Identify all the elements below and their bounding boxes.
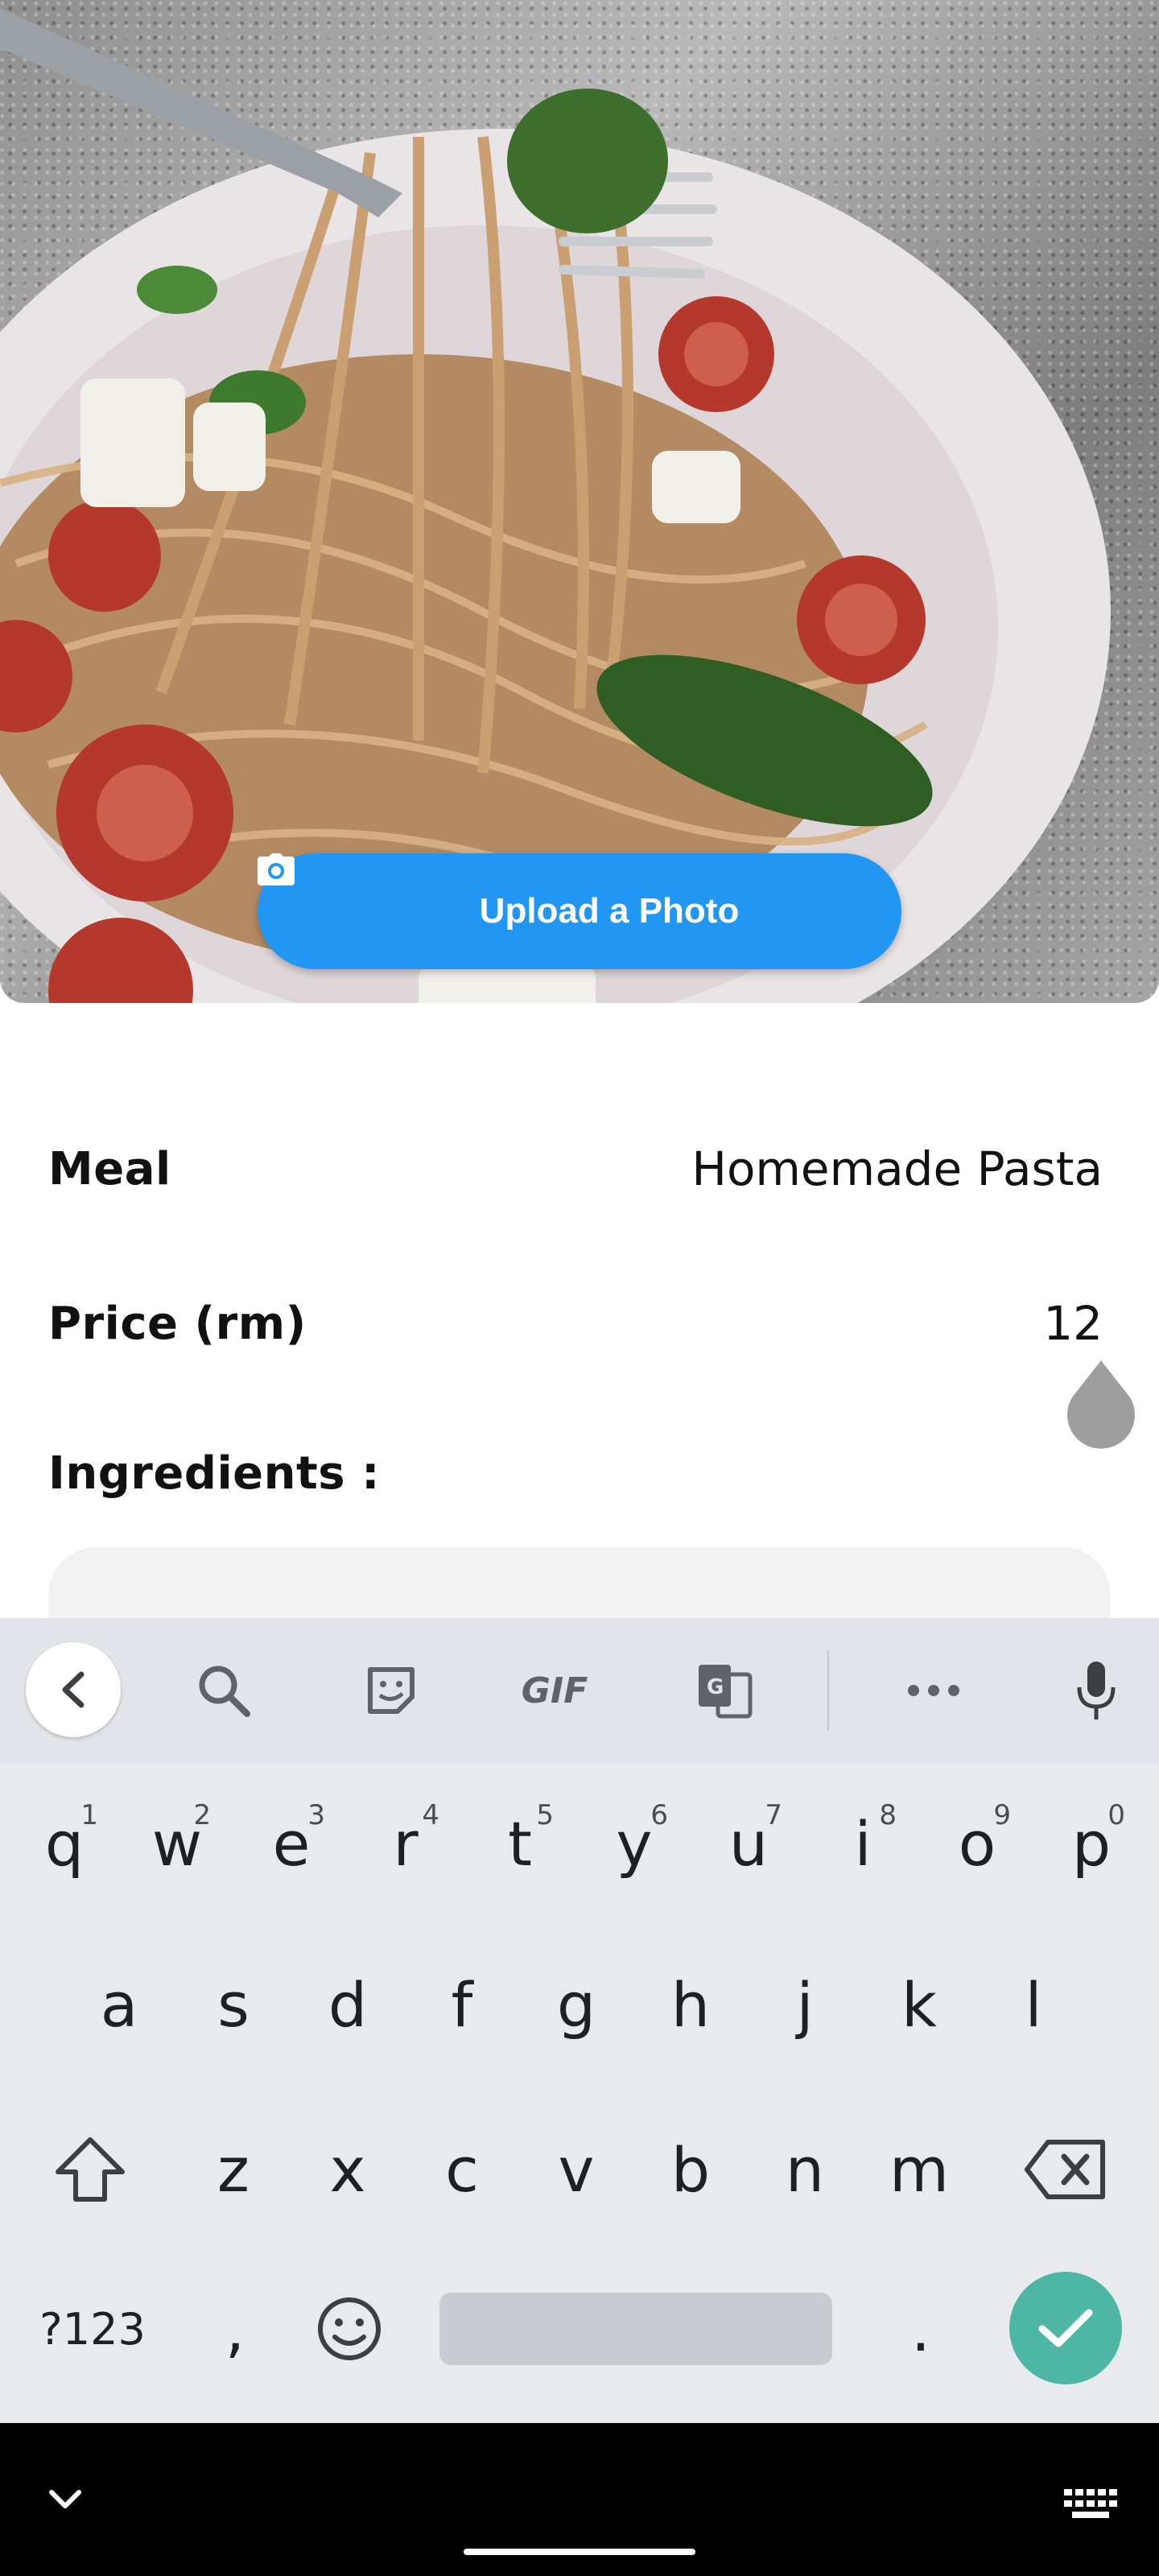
key-t[interactable]: t5 bbox=[472, 1783, 568, 1904]
meal-row: Meal Homemade Pasta bbox=[48, 1141, 1103, 1196]
toolbar-divider bbox=[827, 1650, 829, 1731]
key-c[interactable]: c bbox=[414, 2109, 510, 2230]
translate-icon[interactable]: G bbox=[691, 1657, 758, 1724]
key-r[interactable]: r4 bbox=[357, 1783, 454, 1904]
key-p[interactable]: p0 bbox=[1043, 1783, 1140, 1904]
key-f[interactable]: f bbox=[414, 1944, 510, 2065]
emoji-key[interactable] bbox=[301, 2268, 398, 2389]
keyboard-switch-icon[interactable] bbox=[1064, 2489, 1117, 2521]
key-k[interactable]: k bbox=[871, 1944, 967, 2065]
gif-icon[interactable]: GIF bbox=[510, 1657, 599, 1724]
key-g[interactable]: g bbox=[528, 1944, 625, 2065]
shift-icon bbox=[56, 2137, 125, 2202]
key-m[interactable]: m bbox=[871, 2109, 967, 2230]
meal-label: Meal bbox=[48, 1142, 171, 1195]
comma-key[interactable]: , bbox=[187, 2268, 283, 2389]
key-z[interactable]: z bbox=[185, 2109, 282, 2230]
backspace-icon bbox=[1025, 2140, 1105, 2199]
svg-text:G: G bbox=[707, 1675, 724, 1699]
price-row: Price (rm) 12 bbox=[48, 1296, 1103, 1351]
backspace-key[interactable] bbox=[1017, 2109, 1114, 2230]
key-a[interactable]: a bbox=[71, 1944, 167, 2065]
back-icon[interactable] bbox=[26, 1642, 121, 1737]
key-q[interactable]: q1 bbox=[16, 1783, 113, 1904]
period-key[interactable]: . bbox=[872, 2268, 969, 2389]
camera-icon bbox=[258, 853, 457, 927]
meal-input[interactable]: Homemade Pasta bbox=[691, 1141, 1103, 1196]
search-icon[interactable] bbox=[190, 1657, 258, 1724]
upload-photo-label: Upload a Photo bbox=[479, 891, 740, 931]
key-o[interactable]: o9 bbox=[929, 1783, 1025, 1904]
checkmark-icon bbox=[1038, 2309, 1093, 2347]
ingredients-label: Ingredients : bbox=[48, 1447, 381, 1500]
key-x[interactable]: x bbox=[299, 2109, 396, 2230]
text-cursor-handle[interactable] bbox=[1066, 1360, 1136, 1449]
emoji-icon bbox=[318, 2297, 381, 2360]
key-y[interactable]: y6 bbox=[586, 1783, 683, 1904]
key-j[interactable]: j bbox=[757, 1944, 853, 2065]
key-h[interactable]: h bbox=[642, 1944, 739, 2065]
home-indicator[interactable] bbox=[464, 2549, 695, 2555]
sticker-icon[interactable] bbox=[357, 1657, 425, 1724]
hide-keyboard-icon[interactable] bbox=[45, 2479, 85, 2520]
more-icon[interactable] bbox=[900, 1657, 967, 1724]
key-i[interactable]: i8 bbox=[815, 1783, 911, 1904]
key-n[interactable]: n bbox=[757, 2109, 853, 2230]
symbols-key[interactable]: ?123 bbox=[32, 2268, 153, 2389]
system-nav-bar bbox=[0, 2423, 1159, 2576]
space-key[interactable] bbox=[439, 2293, 832, 2365]
enter-key[interactable] bbox=[1009, 2272, 1122, 2384]
upload-photo-button[interactable]: Upload a Photo bbox=[258, 853, 901, 969]
key-u[interactable]: u7 bbox=[700, 1783, 797, 1904]
key-s[interactable]: s bbox=[185, 1944, 282, 2065]
key-e[interactable]: e3 bbox=[243, 1783, 340, 1904]
meal-photo: Upload a Photo bbox=[0, 0, 1159, 1003]
mic-icon[interactable] bbox=[1062, 1657, 1130, 1724]
price-input[interactable]: 12 bbox=[1043, 1296, 1103, 1351]
key-l[interactable]: l bbox=[985, 1944, 1082, 2065]
key-w[interactable]: w2 bbox=[129, 1783, 225, 1904]
price-label: Price (rm) bbox=[48, 1297, 307, 1350]
key-d[interactable]: d bbox=[299, 1944, 396, 2065]
shift-key[interactable] bbox=[42, 2109, 138, 2230]
key-b[interactable]: b bbox=[642, 2109, 739, 2230]
keyboard-toolbar: GIF G bbox=[0, 1618, 1159, 1763]
key-v[interactable]: v bbox=[528, 2109, 625, 2230]
